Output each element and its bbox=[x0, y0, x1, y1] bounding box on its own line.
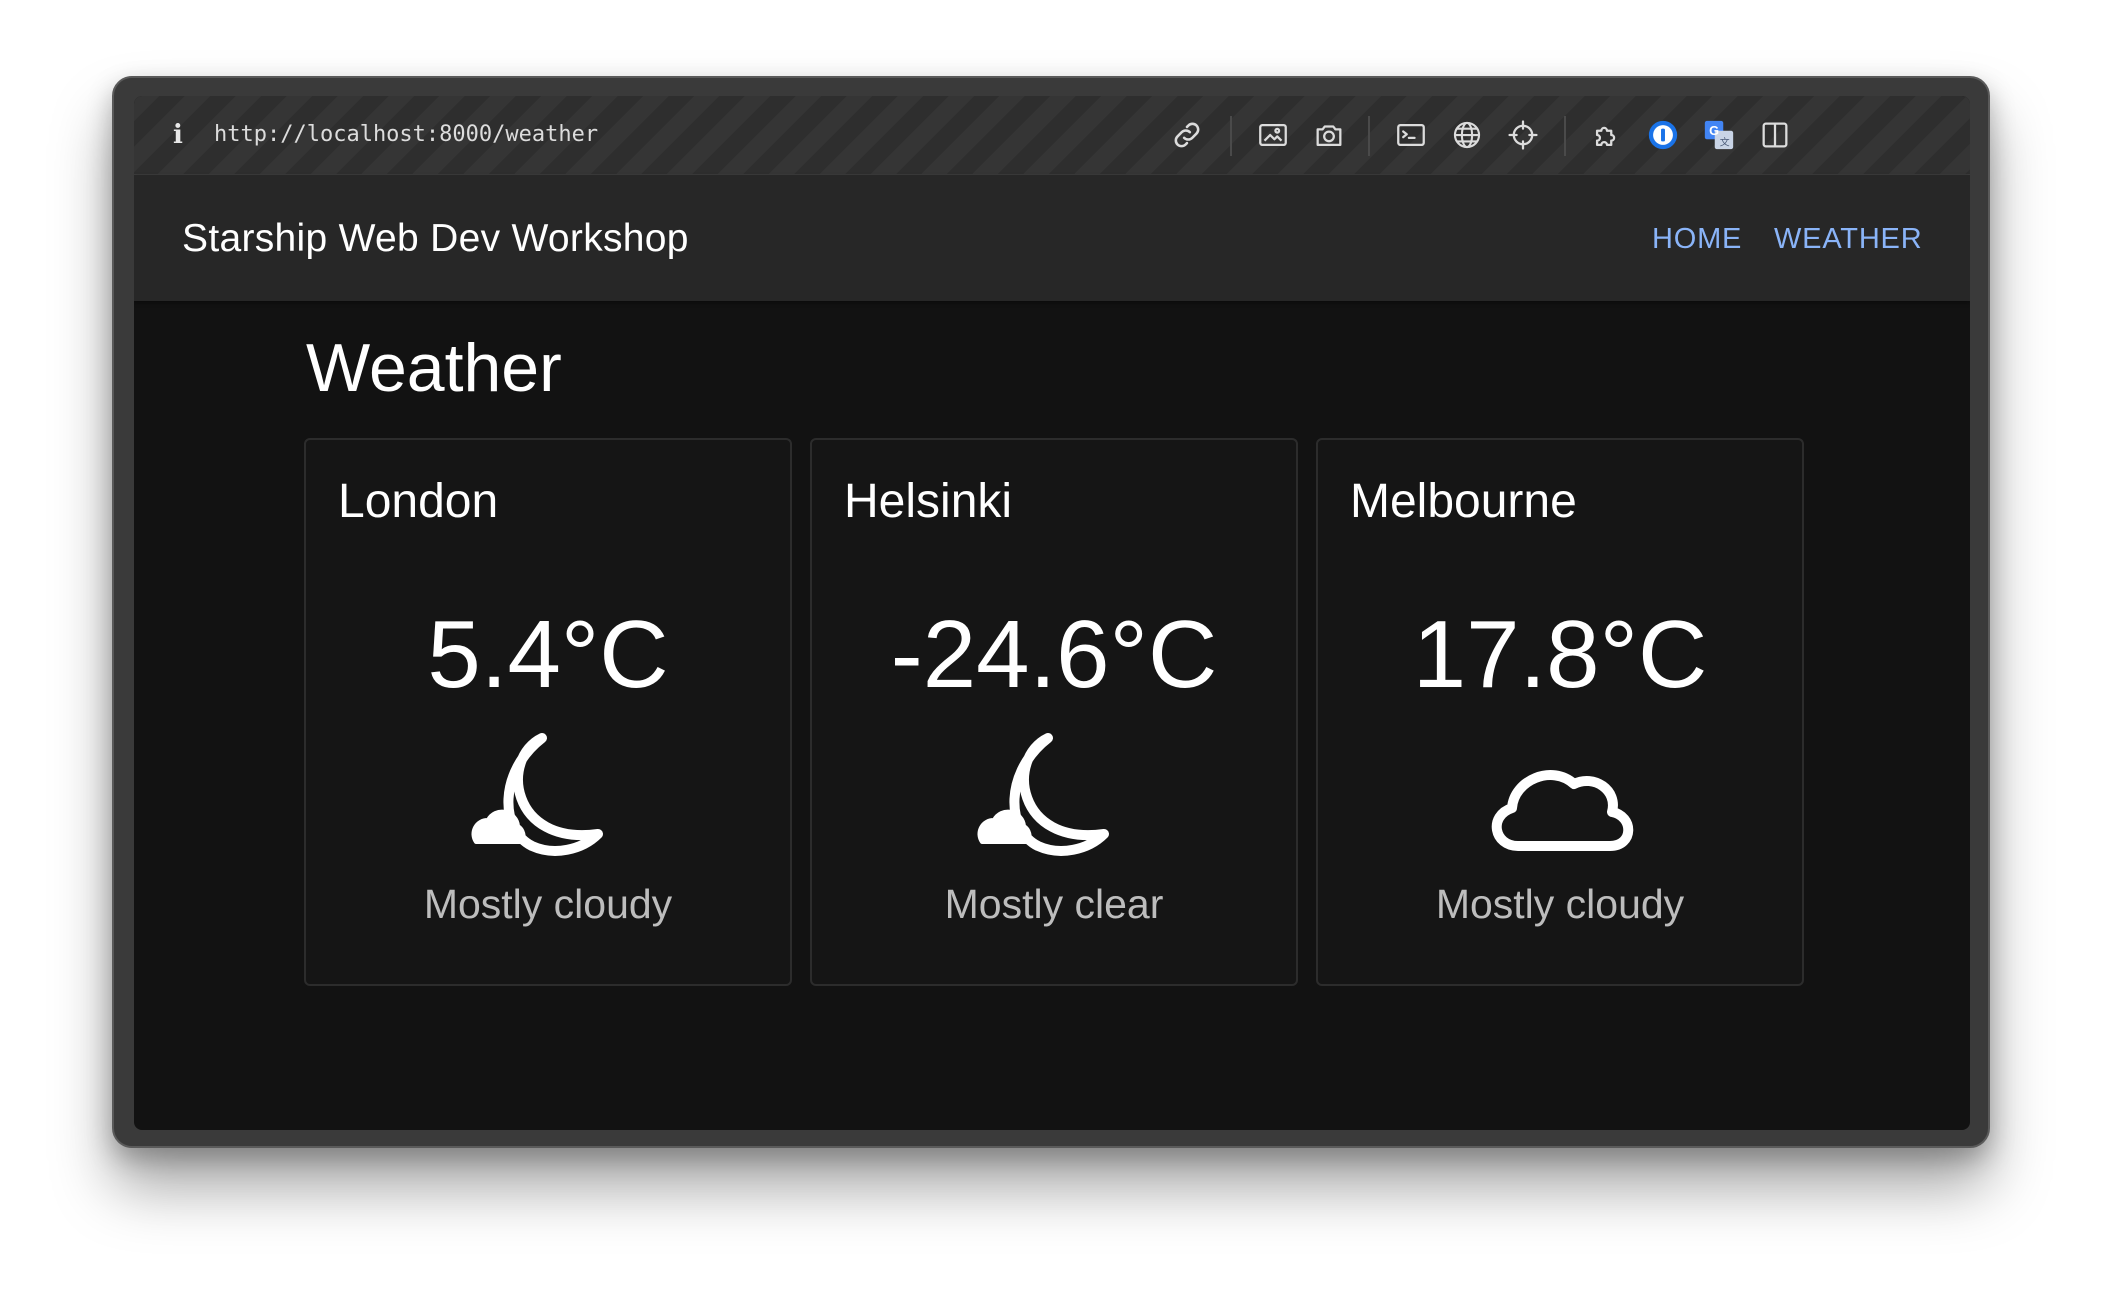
cloud-icon bbox=[1482, 728, 1642, 868]
toolbar-separator bbox=[1230, 116, 1232, 156]
info-icon[interactable]: i bbox=[168, 120, 188, 150]
browser-viewport: i http://localhost:8000/weather G 文 Star… bbox=[134, 96, 1970, 1130]
crosshair-icon[interactable] bbox=[1504, 116, 1542, 154]
url-text[interactable]: http://localhost:8000/weather bbox=[214, 120, 598, 150]
svg-text:文: 文 bbox=[1720, 136, 1730, 149]
city-name: Melbourne bbox=[1350, 475, 1577, 528]
condition-text: Mostly clear bbox=[944, 881, 1164, 927]
condition-text: Mostly cloudy bbox=[423, 881, 673, 927]
night-cloudy-icon bbox=[976, 728, 1136, 868]
app-title: Starship Web Dev Workshop bbox=[182, 217, 689, 260]
nav-link-home[interactable]: HOME bbox=[1652, 221, 1742, 257]
page-title: Weather bbox=[306, 330, 562, 406]
weather-card-helsinki: Helsinki -24.6°C Mostly clear bbox=[810, 438, 1298, 986]
toolbar-separator bbox=[1564, 116, 1566, 156]
night-cloudy-icon bbox=[470, 728, 630, 868]
image-icon[interactable] bbox=[1254, 116, 1292, 154]
camera-icon[interactable] bbox=[1310, 116, 1348, 154]
password-manager-icon[interactable] bbox=[1644, 116, 1682, 154]
city-name: London bbox=[338, 475, 499, 528]
address-bar: i http://localhost:8000/weather G 文 bbox=[134, 96, 1970, 175]
globe-icon[interactable] bbox=[1448, 116, 1486, 154]
weather-card-melbourne: Melbourne 17.8°C Mostly cloudy bbox=[1316, 438, 1804, 986]
svg-text:G: G bbox=[1709, 123, 1719, 138]
app-bar: Starship Web Dev Workshop HOME WEATHER bbox=[134, 175, 1970, 301]
temperature: 17.8°C bbox=[1412, 601, 1708, 708]
toolbar-separator bbox=[1368, 116, 1370, 156]
temperature: -24.6°C bbox=[890, 601, 1218, 708]
browser-window: i http://localhost:8000/weather G 文 Star… bbox=[112, 76, 1990, 1148]
city-name: Helsinki bbox=[844, 475, 1013, 528]
terminal-icon[interactable] bbox=[1392, 116, 1430, 154]
temperature: 5.4°C bbox=[427, 601, 669, 708]
extension-icon[interactable] bbox=[1588, 116, 1626, 154]
translate-icon[interactable]: G 文 bbox=[1700, 116, 1738, 154]
sidebar-icon[interactable] bbox=[1756, 116, 1794, 154]
weather-card-london: London 5.4°C Mostly cloudy bbox=[304, 438, 792, 986]
link-icon[interactable] bbox=[1168, 116, 1206, 154]
condition-text: Mostly cloudy bbox=[1435, 881, 1685, 927]
nav-link-weather[interactable]: WEATHER bbox=[1774, 221, 1922, 257]
